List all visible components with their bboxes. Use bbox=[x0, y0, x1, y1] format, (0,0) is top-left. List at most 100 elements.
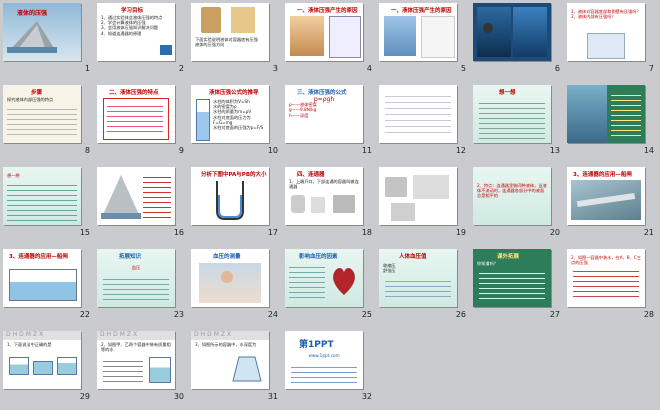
slide-thumbnail-20[interactable]: 2、特点：连通器里装同种液体，当液体不流动时，连通器各部分中的液面总是相平的 2… bbox=[470, 164, 564, 246]
slide-body: 1、下面说法中正确的是 bbox=[7, 342, 77, 347]
slide-29[interactable]: DHDMZX 1、下面说法中正确的是 bbox=[3, 331, 81, 389]
slide-32[interactable]: 第1PPT www.1ppt.com bbox=[285, 331, 363, 389]
slide-thumbnail-26[interactable]: 人体血压值 收缩压 舒张压 26 bbox=[376, 246, 470, 328]
slide-6[interactable] bbox=[473, 3, 551, 61]
slide-thumbnail-17[interactable]: 分析下图中PA与PB的大小 17 bbox=[188, 164, 282, 246]
slide-number: 29 bbox=[79, 392, 90, 401]
slide-thumbnail-27[interactable]: 课外拓展 你知道吗？ 27 bbox=[470, 246, 564, 328]
slide-thumbnail-12[interactable]: 12 bbox=[376, 82, 470, 164]
slide-thumbnail-16[interactable]: 16 bbox=[94, 164, 188, 246]
slide-1[interactable]: 液体的压强 bbox=[3, 3, 81, 61]
slide-thumbnail-24[interactable]: 血压的测量 24 bbox=[188, 246, 282, 328]
line: 想一想 bbox=[7, 173, 20, 178]
slide-thumbnail-14[interactable]: 14 bbox=[564, 82, 658, 164]
line: 2、如图甲、乙两个容器中装有质量相等的水 bbox=[101, 342, 171, 353]
line: 舒张压 bbox=[383, 268, 396, 274]
slide-thumbnail-8[interactable]: 步骤 探究液体内部压强的特点 8 bbox=[0, 82, 94, 164]
slide-28[interactable]: 2、如图一容器中装水，在A、B、C三点的压强 bbox=[567, 249, 645, 307]
slide-number: 1 bbox=[84, 64, 90, 73]
slide-thumbnail-19[interactable]: 19 bbox=[376, 164, 470, 246]
slide-3[interactable]: 下面实验说明液体对容器底有压强 液体的压强方向 bbox=[191, 3, 269, 61]
slide-thumbnail-1[interactable]: 液体的压强 1 bbox=[0, 0, 94, 82]
slide-title: 影响血压的因素 bbox=[299, 254, 338, 260]
brand-logo: 第1PPT bbox=[299, 340, 334, 350]
slide-number: 7 bbox=[648, 64, 654, 73]
slide-13[interactable]: 想一想 bbox=[473, 85, 551, 143]
line: 你知道吗？ bbox=[477, 261, 498, 266]
slide-15[interactable]: 想一想 bbox=[3, 167, 81, 225]
slide-thumbnail-23[interactable]: 拓展知识 血压 23 bbox=[94, 246, 188, 328]
slide-thumbnail-18[interactable]: 四、连通器 1、上端开口，下部连通的容器叫做连通器 18 bbox=[282, 164, 376, 246]
slide-number: 9 bbox=[178, 146, 184, 155]
slide-8[interactable]: 步骤 探究液体内部压强的特点 bbox=[3, 85, 81, 143]
slide-21[interactable]: 3、连通器的应用—船闸 bbox=[567, 167, 645, 225]
slide-thumbnail-2[interactable]: 学习目标 1、通过实验体会液体压强的特点 2、学会计算液体的压强 3、会用液体压… bbox=[94, 0, 188, 82]
slide-7[interactable]: 1、液体对容器底部和侧壁有压强吗？ 2、液体内部有压强吗？ bbox=[567, 3, 645, 61]
slide-14[interactable] bbox=[567, 85, 645, 143]
slide-thumbnail-32[interactable]: 第1PPT www.1ppt.com 32 bbox=[282, 328, 376, 410]
slide-number: 4 bbox=[366, 64, 372, 73]
slide-sorter-grid: 液体的压强 1 学习目标 1、通过实验体会液体压强的特点 2、学会计算液体的压强… bbox=[0, 0, 660, 410]
slide-thumbnail-15[interactable]: 想一想 15 bbox=[0, 164, 94, 246]
slide-thumbnail-21[interactable]: 3、连通器的应用—船闸 21 bbox=[564, 164, 658, 246]
slide-4[interactable]: 一、液体压强产生的原因 bbox=[285, 3, 363, 61]
line: 探究液体内部压强的特点 bbox=[7, 97, 54, 102]
slide-thumbnail-25[interactable]: 影响血压的因素 25 bbox=[282, 246, 376, 328]
slide-title: 想一想 bbox=[499, 90, 516, 96]
line: www.1ppt.com bbox=[308, 353, 340, 358]
slide-thumbnail-10[interactable]: 液体压强公式的推导 水柱的体积为V=Sh 水的密度为ρ 水柱的质量为m=ρV 水… bbox=[188, 82, 282, 164]
slide-16[interactable] bbox=[97, 167, 175, 225]
slide-31[interactable]: DHDMZX 3、如图所示的容器中，水深度为 bbox=[191, 331, 269, 389]
slide-number: 8 bbox=[84, 146, 90, 155]
slide-5[interactable]: 一、液体压强产生的原因 bbox=[379, 3, 457, 61]
slide-thumbnail-13[interactable]: 想一想 13 bbox=[470, 82, 564, 164]
line: 水柱对底面的压力为F=G=mg bbox=[213, 114, 251, 125]
slide-2[interactable]: 学习目标 1、通过实验体会液体压强的特点 2、学会计算液体的压强 3、会用液体压… bbox=[97, 3, 175, 61]
dam-image bbox=[101, 175, 141, 219]
slide-thumbnail-3[interactable]: 下面实验说明液体对容器底有压强 液体的压强方向 3 bbox=[188, 0, 282, 82]
line: 液体的压强方向 bbox=[195, 42, 225, 48]
slide-thumbnail-7[interactable]: 1、液体对容器底部和侧壁有压强吗？ 2、液体内部有压强吗？ 7 bbox=[564, 0, 658, 82]
slide-number: 22 bbox=[79, 310, 90, 319]
slide-9[interactable]: 二、液体压强的特点 bbox=[97, 85, 175, 143]
slide-11[interactable]: 三、液体压强的公式 p=ρgh ρ——液体密度 g——9.8N/kg h——深度 bbox=[285, 85, 363, 143]
slide-number: 31 bbox=[267, 392, 278, 401]
slide-26[interactable]: 人体血压值 收缩压 舒张压 bbox=[379, 249, 457, 307]
slide-body: 2、如图一容器中装水，在A、B、C三点的压强 bbox=[571, 255, 641, 265]
toolbar-strip: DHDMZX bbox=[191, 331, 269, 340]
slide-thumbnail-22[interactable]: 3、连通器的应用—船闸 22 bbox=[0, 246, 94, 328]
slide-title: 拓展知识 bbox=[119, 254, 142, 260]
slide-thumbnail-28[interactable]: 2、如图一容器中装水，在A、B、C三点的压强 28 bbox=[564, 246, 658, 328]
slide-number: 23 bbox=[173, 310, 184, 319]
slide-18[interactable]: 四、连通器 1、上端开口，下部连通的容器叫做连通器 bbox=[285, 167, 363, 225]
slide-thumbnail-30[interactable]: DHDMZX 2、如图甲、乙两个容器中装有质量相等的水 30 bbox=[94, 328, 188, 410]
slide-20[interactable]: 2、特点：连通器里装同种液体，当液体不流动时，连通器各部分中的液面总是相平的 bbox=[473, 167, 551, 225]
slide-thumbnail-9[interactable]: 二、液体压强的特点 9 bbox=[94, 82, 188, 164]
slide-thumbnail-4[interactable]: 一、液体压强产生的原因 4 bbox=[282, 0, 376, 82]
slide-27[interactable]: 课外拓展 你知道吗？ bbox=[473, 249, 551, 307]
slide-thumbnail-29[interactable]: DHDMZX 1、下面说法中正确的是 29 bbox=[0, 328, 94, 410]
slide-thumbnail-6[interactable]: 6 bbox=[470, 0, 564, 82]
slide-23[interactable]: 拓展知识 血压 bbox=[97, 249, 175, 307]
slide-10[interactable]: 液体压强公式的推导 水柱的体积为V=Sh 水的密度为ρ 水柱的质量为m=ρV 水… bbox=[191, 85, 269, 143]
slide-22[interactable]: 3、连通器的应用—船闸 bbox=[3, 249, 81, 307]
slide-24[interactable]: 血压的测量 bbox=[191, 249, 269, 307]
slide-19[interactable] bbox=[379, 167, 457, 225]
slide-body: 1、上端开口，下部连通的容器叫做连通器 bbox=[289, 179, 359, 189]
slide-body: www.1ppt.com bbox=[289, 353, 359, 358]
slide-30[interactable]: DHDMZX 2、如图甲、乙两个容器中装有质量相等的水 bbox=[97, 331, 175, 389]
slide-body: 1、通过实验体会液体压强的特点 2、学会计算液体的压强 3、会用液体压强知识解决… bbox=[101, 15, 171, 36]
slide-12[interactable] bbox=[379, 85, 457, 143]
slide-thumbnail-31[interactable]: DHDMZX 3、如图所示的容器中，水深度为 31 bbox=[188, 328, 282, 410]
toolbar-strip: DHDMZX bbox=[97, 331, 175, 340]
line: 1、上端开口，下部连通的容器叫做连通器 bbox=[289, 179, 359, 190]
slide-17[interactable]: 分析下图中PA与PB的大小 bbox=[191, 167, 269, 225]
slide-number: 20 bbox=[549, 228, 560, 237]
toolbar-strip: DHDMZX bbox=[3, 331, 81, 340]
slide-thumbnail-11[interactable]: 三、液体压强的公式 p=ρgh ρ——液体密度 g——9.8N/kg h——深度… bbox=[282, 82, 376, 164]
slide-thumbnail-5[interactable]: 一、液体压强产生的原因 5 bbox=[376, 0, 470, 82]
line: 3、如图所示的容器中，水深度为 bbox=[195, 342, 257, 347]
slide-25[interactable]: 影响血压的因素 bbox=[285, 249, 363, 307]
slide-body: 探究液体内部压强的特点 bbox=[7, 97, 77, 102]
slide-number: 32 bbox=[361, 392, 372, 401]
